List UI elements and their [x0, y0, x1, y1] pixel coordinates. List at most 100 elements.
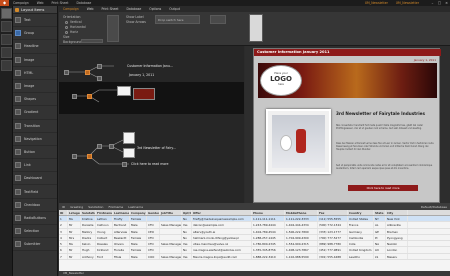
table-cell[interactable]: Ms [68, 241, 81, 247]
table-cell[interactable]: Firefly [113, 216, 130, 222]
table-cell[interactable]: 1-704-999-4300 [285, 234, 318, 241]
table-cell[interactable]: Yes [182, 253, 192, 260]
logo-placeholder[interactable]: Place your LOGO here [260, 65, 302, 96]
table-cell[interactable] [160, 228, 182, 234]
table-cell[interactable]: Diedre [81, 234, 96, 241]
table-cell[interactable]: No [182, 216, 192, 222]
table-cell[interactable] [147, 216, 160, 222]
data-mode-icon[interactable] [1, 34, 12, 45]
read-more-button[interactable]: Click here to read more [348, 185, 418, 191]
table-cell[interactable]: Colbert [96, 234, 113, 241]
table-cell[interactable]: Bremen [386, 228, 408, 234]
menu-item-print-sheet[interactable]: Print Sheet [97, 7, 122, 11]
layout-item-navigation[interactable]: Navigation [13, 133, 57, 146]
workflow-mode-icon[interactable] [1, 21, 12, 32]
workflow-node[interactable] [97, 64, 102, 69]
menu-item-options[interactable]: Options [145, 7, 165, 11]
table-cell[interactable]: Mrs [68, 234, 81, 241]
table-cell[interactable]: (333) 123-1777 [318, 228, 348, 234]
table-cell[interactable]: Bertrand [113, 222, 130, 228]
workflow-node[interactable] [109, 144, 114, 149]
table-cell[interactable]: Lesotho [348, 253, 374, 260]
table-cell[interactable]: hallmark-monk-lithing@yellow.pl [192, 234, 252, 241]
table-cell[interactable]: 2 [59, 222, 68, 228]
workflow-node[interactable] [97, 76, 102, 81]
table-cell[interactable]: 4 [59, 234, 68, 241]
workflow-node[interactable] [97, 144, 102, 149]
radio-icon[interactable] [65, 25, 68, 29]
table-cell[interactable]: 1-408-123-7867 [285, 247, 318, 253]
table-cell[interactable]: 1-288-257-1445 [252, 234, 285, 241]
table-cell[interactable]: Mallory [81, 228, 96, 234]
layout-item-shapes[interactable]: Shapes [13, 93, 57, 107]
table-cell[interactable]: No [182, 228, 192, 234]
data-source-label[interactable]: Default/Database [421, 205, 447, 209]
table-cell[interactable] [160, 247, 182, 253]
background-input[interactable] [81, 39, 103, 43]
table-cell[interactable]: Male [130, 241, 147, 247]
page-preview-thumbnail[interactable] [249, 14, 263, 42]
layout-item-group[interactable]: Group [13, 27, 57, 41]
workflow-node[interactable] [64, 70, 69, 75]
settings-mode-icon[interactable] [1, 60, 12, 71]
layout-item-link[interactable]: Link [13, 159, 57, 173]
orientation-horizontal-option[interactable]: Horizontal [65, 25, 86, 29]
table-cell[interactable]: 1-404-444-4334 [285, 222, 318, 228]
table-cell[interactable]: 7 [59, 253, 68, 260]
column-header[interactable]: Salutation [81, 210, 96, 215]
table-cell[interactable]: Male [130, 228, 147, 234]
table-cell[interactable]: 1 [59, 216, 68, 222]
layout-item-dashboard[interactable]: Dashboard [13, 172, 57, 186]
table-cell[interactable]: Kirkland [96, 247, 113, 253]
column-header[interactable]: Phone [252, 210, 285, 215]
layout-item-button[interactable]: Button [13, 146, 57, 160]
menu-item-database[interactable]: Database [123, 7, 146, 11]
table-cell[interactable]: Mr [68, 228, 81, 234]
table-cell[interactable]: 1-111-111-1111 [252, 216, 285, 222]
table-cell[interactable]: Beskardt [113, 234, 130, 241]
table-cell[interactable]: Sales Manager [160, 241, 182, 247]
drop-switch-zone[interactable]: Drop switch here [155, 15, 200, 24]
column-header[interactable]: Country [348, 210, 374, 215]
layout-item-html[interactable]: HTML [13, 67, 57, 80]
layout-item-image[interactable]: Image [13, 54, 57, 67]
table-cell[interactable]: Mr [68, 222, 81, 228]
menu-item-campaign[interactable]: Campaign [59, 7, 83, 11]
size-selector[interactable] [107, 15, 119, 42]
table-cell[interactable]: Yes [182, 222, 192, 228]
table-cell[interactable]: Rosales [96, 241, 113, 247]
table-cell[interactable]: 3 [59, 228, 68, 234]
table-cell[interactable]: Mr [68, 247, 81, 253]
table-cell[interactable]: Female [130, 247, 147, 253]
table-cell[interactable]: Calhoun [96, 222, 113, 228]
table-cell[interactable]: 1-243-789-4444 [252, 222, 285, 228]
banner-thumbnail[interactable] [133, 88, 155, 100]
table-cell[interactable]: New York [386, 216, 408, 222]
table-cell[interactable]: 6 [59, 247, 68, 253]
layout-item-submitter[interactable]: Submitter [13, 238, 57, 252]
layout-item-image[interactable]: Image [13, 80, 57, 94]
table-cell[interactable]: Olivers [113, 241, 130, 247]
table-cell[interactable]: United States [348, 216, 374, 222]
table-cell[interactable]: Nairobi [386, 241, 408, 247]
table-cell[interactable]: Male [130, 253, 147, 260]
column-header[interactable]: State [374, 210, 386, 215]
radio-icon[interactable] [65, 30, 68, 34]
table-cell[interactable]: ras.magna-eleifend@aubidus.com [192, 247, 252, 253]
logo-thumbnail[interactable] [117, 86, 131, 96]
table-cell[interactable]: Pyongyang [386, 234, 408, 241]
table-cell[interactable]: CFO [147, 247, 160, 253]
table-cell[interactable]: vitae.maximus@valve.nz [192, 241, 252, 247]
table-cell[interactable]: London [386, 247, 408, 253]
table-cell[interactable]: CFO [147, 222, 160, 228]
table-cell[interactable]: 1-102-988-5590 [285, 253, 318, 260]
table-cell[interactable]: Ms [68, 216, 81, 222]
table-cell[interactable]: firefly@madeinaquariaexample.com [192, 216, 252, 222]
layout-item-checkbox[interactable]: Checkbox [13, 199, 57, 212]
layout-item-headline[interactable]: Headline [13, 40, 57, 54]
table-cell[interactable]: Female [130, 216, 147, 222]
workflow-node[interactable] [122, 162, 127, 167]
table-cell[interactable]: Fitsla [113, 253, 130, 260]
table-cell[interactable]: Kelvin [81, 241, 96, 247]
table-cell[interactable]: PI [374, 234, 386, 241]
